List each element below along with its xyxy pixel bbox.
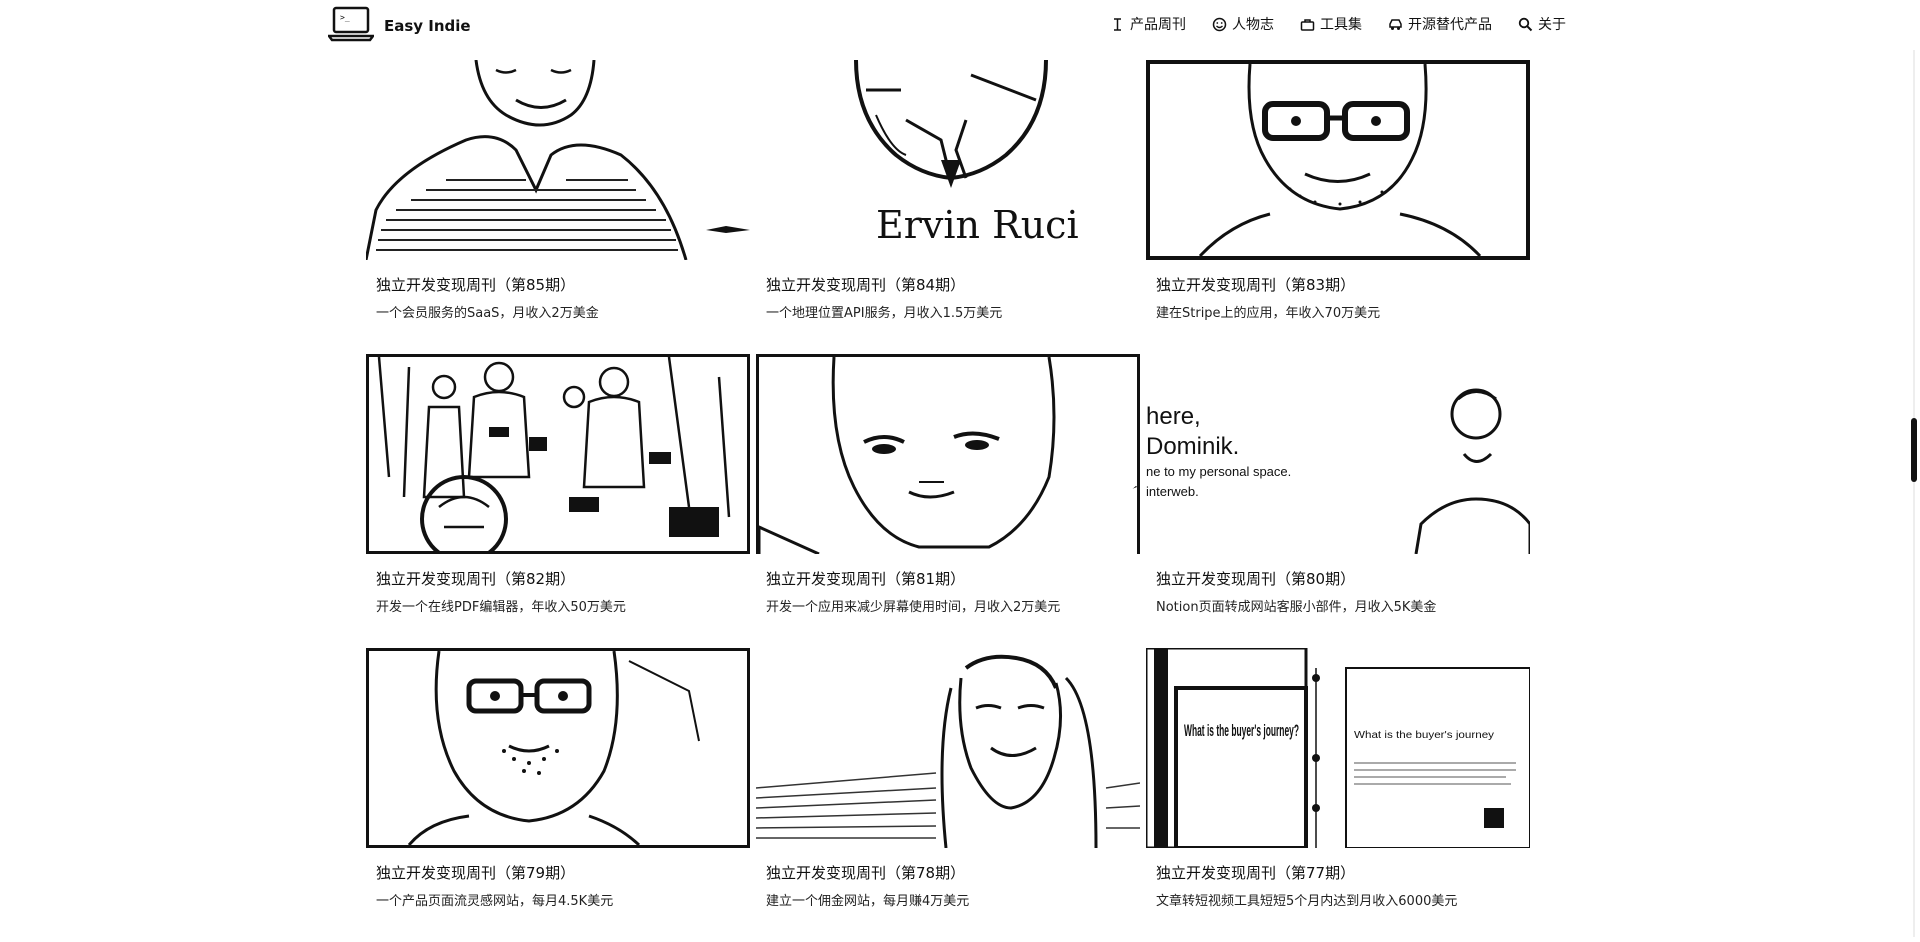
thumb-line: here, <box>1146 403 1201 430</box>
issue-thumbnail[interactable] <box>366 60 750 260</box>
nav-item-weekly[interactable]: 产品周刊 <box>1110 14 1186 34</box>
issue-card[interactable]: 独立开发变现周刊（第81期） 开发一个应用来减少屏幕使用时间，月收入2万美元 <box>756 354 1140 648</box>
face-icon <box>1212 17 1227 32</box>
issue-card[interactable]: Ervin Ruci 独立开发变现周刊（第84期） 一个地理位置API服务，月收… <box>756 60 1140 354</box>
nav-label: 产品周刊 <box>1130 17 1186 33</box>
brand-name: Easy Indie <box>384 17 471 35</box>
issue-card[interactable]: 独立开发变现周刊（第78期） 建立一个佣金网站，每月赚4万美元 <box>756 648 1140 942</box>
cursor-icon <box>1110 17 1125 32</box>
car-icon <box>1388 17 1403 32</box>
thumb-article-title: What is the buyer's journey <box>1354 730 1494 741</box>
search-icon <box>1518 17 1533 32</box>
thumb-line: Dominik. <box>1146 433 1239 460</box>
issue-description: Notion页面转成网站客服小部件，月收入5K美金 <box>1156 600 1437 615</box>
issue-thumbnail[interactable] <box>1146 60 1530 260</box>
issue-description: 开发一个应用来减少屏幕使用时间，月收入2万美元 <box>766 600 1061 615</box>
nav-label: 开源替代产品 <box>1408 17 1492 33</box>
issue-title: 独立开发变现周刊（第77期） <box>1156 864 1356 882</box>
portrait-image <box>1198 64 1482 256</box>
issue-thumbnail[interactable]: Ervin Ruci <box>756 60 1140 260</box>
issue-description: 开发一个在线PDF编辑器，年收入50万美元 <box>376 600 626 615</box>
portrait-image <box>407 651 700 845</box>
issue-card[interactable]: here, Dominik. ne to my personal space. … <box>1146 354 1530 648</box>
nav-item-opensource[interactable]: 开源替代产品 <box>1388 14 1492 34</box>
issue-grid: 独立开发变现周刊（第85期） 一个会员服务的SaaS，月收入2万美金 Ervin… <box>366 60 1530 942</box>
thumb-line: ne to my personal space. <box>1146 464 1291 479</box>
main-nav: 产品周刊 人物志 工具集 开源替代产品 关于 <box>1110 14 1566 34</box>
issue-thumbnail[interactable] <box>366 354 750 554</box>
portrait-image <box>366 60 750 260</box>
brand[interactable]: >_ Easy Indie <box>326 6 471 46</box>
portrait-image: Ervin Ruci <box>854 60 1079 247</box>
issue-title: 独立开发变现周刊（第83期） <box>1156 276 1356 294</box>
issue-thumbnail[interactable]: here, Dominik. ne to my personal space. … <box>1146 354 1530 554</box>
nav-item-tools[interactable]: 工具集 <box>1300 14 1362 34</box>
scrollbar-thumb[interactable] <box>1911 418 1917 482</box>
issue-title: 独立开发变现周刊（第82期） <box>376 570 576 588</box>
top-header: >_ Easy Indie 产品周刊 人物志 工具集 开源替代产品 关于 <box>0 0 1920 50</box>
issue-description: 建在Stripe上的应用，年收入70万美元 <box>1156 306 1381 321</box>
issue-thumbnail[interactable] <box>366 648 750 848</box>
issue-description: 一个会员服务的SaaS，月收入2万美金 <box>376 306 599 321</box>
issue-card[interactable]: 独立开发变现周刊（第83期） 建在Stripe上的应用，年收入70万美元 <box>1146 60 1530 354</box>
nav-item-about[interactable]: 关于 <box>1518 14 1566 34</box>
issue-title: 独立开发变现周刊（第85期） <box>376 276 576 294</box>
homepage-image: here, Dominik. ne to my personal space. … <box>1146 388 1530 554</box>
issue-description: 建立一个佣金网站，每月赚4万美元 <box>766 894 970 909</box>
issue-title: 独立开发变现周刊（第78期） <box>766 864 966 882</box>
nav-label: 关于 <box>1538 17 1566 33</box>
nav-item-people[interactable]: 人物志 <box>1212 14 1274 34</box>
video-preview-image: What is the buyer's journey? What is the… <box>1146 648 1530 848</box>
issue-card[interactable]: 独立开发变现周刊（第82期） 开发一个在线PDF编辑器，年收入50万美元 <box>366 354 750 648</box>
laptop-terminal-icon: >_ <box>326 6 376 46</box>
nav-label: 人物志 <box>1232 17 1274 33</box>
thumb-line: interweb. <box>1146 484 1199 499</box>
nav-label: 工具集 <box>1320 17 1362 33</box>
thumb-caption: Ervin Ruci <box>876 203 1079 247</box>
issue-card[interactable]: 独立开发变现周刊（第85期） 一个会员服务的SaaS，月收入2万美金 <box>366 60 750 354</box>
issue-title: 独立开发变现周刊（第80期） <box>1156 570 1356 588</box>
issue-card[interactable]: 独立开发变现周刊（第79期） 一个产品页面流灵感网站，每月4.5K美元 <box>366 648 750 942</box>
scrollbar-track <box>1913 50 1915 937</box>
portrait-image <box>759 357 1137 554</box>
issue-thumbnail[interactable]: What is the buyer's journey? What is the… <box>1146 648 1530 848</box>
issue-card[interactable]: What is the buyer's journey? What is the… <box>1146 648 1530 942</box>
svg-text:>_: >_ <box>340 13 350 22</box>
issue-title: 独立开发变现周刊（第84期） <box>766 276 966 294</box>
toolbox-icon <box>1300 17 1315 32</box>
issue-title: 独立开发变现周刊（第79期） <box>376 864 576 882</box>
crowd-image <box>377 357 731 551</box>
thumb-headline: What is the buyer's journey? <box>1184 721 1299 740</box>
issue-thumbnail[interactable] <box>756 354 1140 554</box>
issue-title: 独立开发变现周刊（第81期） <box>766 570 966 588</box>
portrait-image <box>756 654 1140 848</box>
page-scrollbar[interactable] <box>1908 50 1920 937</box>
issue-description: 一个产品页面流灵感网站，每月4.5K美元 <box>376 894 614 909</box>
issue-thumbnail[interactable] <box>756 648 1140 848</box>
issue-description: 一个地理位置API服务，月收入1.5万美元 <box>766 306 1003 321</box>
issue-description: 文章转短视频工具短短5个月内达到月收入6000美元 <box>1156 894 1458 909</box>
